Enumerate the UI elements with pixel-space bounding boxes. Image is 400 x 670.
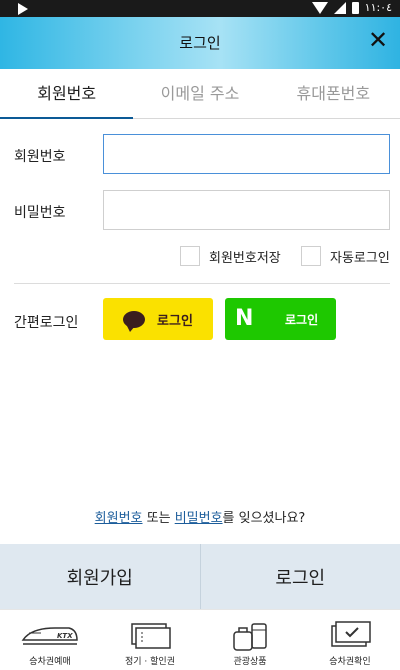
close-icon[interactable]: ✕ — [366, 28, 390, 52]
travel-goods-icon — [233, 623, 267, 651]
forgot-or-text: 또는 — [142, 511, 175, 526]
save-member-number-label: 회원번호저장 — [209, 250, 281, 266]
naver-login-label: 로그인 — [285, 313, 319, 327]
nav-item-passes-discounts[interactable]: 정기 · 할인권 — [100, 610, 200, 670]
signup-button[interactable]: 회원가입 — [0, 544, 201, 609]
kakao-speech-bubble-icon — [123, 310, 146, 332]
status-icons: ١١:٠٤ — [311, 1, 392, 14]
password-label: 비밀번호 — [14, 205, 66, 221]
simple-login-label: 간편로그인 — [14, 315, 79, 331]
forgot-suffix-text: 를 잊으셨나요? — [222, 511, 306, 526]
svg-text:KTX: KTX — [57, 632, 73, 640]
login-button[interactable]: 로그인 — [200, 544, 400, 609]
member-number-input[interactable] — [103, 134, 390, 174]
play-store-icon — [18, 3, 28, 15]
save-member-number-checkbox[interactable] — [180, 246, 200, 266]
find-member-number-link[interactable]: 회원번호 — [95, 511, 143, 526]
divider — [14, 283, 390, 284]
naver-n-icon: N — [235, 306, 254, 331]
forgot-credentials: 회원번호 또는 비밀번호를 잊으셨나요? — [0, 507, 400, 526]
nav-label-travel-products: 관광상품 — [233, 657, 267, 667]
naver-login-button[interactable]: N 로그인 — [225, 298, 336, 340]
nav-label-passes-discounts: 정기 · 할인권 — [125, 657, 175, 667]
nav-item-ticket-check[interactable]: 승차권확인 — [300, 610, 400, 670]
member-number-label: 회원번호 — [14, 149, 66, 165]
ticket-check-icon — [331, 621, 371, 647]
nav-item-travel-products[interactable]: 관광상품 — [200, 610, 300, 670]
kakao-login-button[interactable]: 로그인 — [103, 298, 213, 340]
auto-login-option[interactable]: 자동로그인 — [301, 245, 390, 267]
wifi-icon — [311, 1, 328, 14]
action-buttons: 회원가입 로그인 — [0, 544, 400, 609]
tab-member-number[interactable]: 회원번호 — [0, 69, 134, 119]
page-title: 로그인 — [179, 34, 221, 52]
save-member-number-option[interactable]: 회원번호저장 — [180, 245, 281, 267]
kakao-login-label: 로그인 — [157, 313, 193, 329]
nav-item-ticket-booking[interactable]: KTX 승차권예매 — [0, 610, 100, 670]
bottom-nav: KTX 승차권예매 정기 · 할인권 관광상품 승차권확인 — [0, 609, 400, 670]
tab-phone[interactable]: 휴대폰번호 — [267, 69, 400, 118]
signal-icon — [333, 1, 346, 14]
nav-label-ticket-check: 승차권확인 — [329, 657, 371, 667]
pass-tickets-icon — [131, 623, 171, 649]
battery-icon — [351, 1, 359, 14]
auto-login-label: 자동로그인 — [330, 250, 390, 266]
header: 로그인 ✕ — [0, 17, 400, 69]
status-time: ١١:٠٤ — [364, 1, 392, 14]
status-bar: ١١:٠٤ — [0, 0, 400, 17]
nav-label-ticket-booking: 승차권예매 — [29, 657, 71, 667]
ktx-train-icon: KTX — [21, 627, 78, 645]
tab-email[interactable]: 이메일 주소 — [133, 69, 266, 118]
auto-login-checkbox[interactable] — [301, 246, 321, 266]
login-method-tabs: 회원번호 이메일 주소 휴대폰번호 — [0, 69, 400, 119]
find-password-link[interactable]: 비밀번호 — [175, 511, 223, 526]
password-input[interactable] — [103, 190, 390, 230]
